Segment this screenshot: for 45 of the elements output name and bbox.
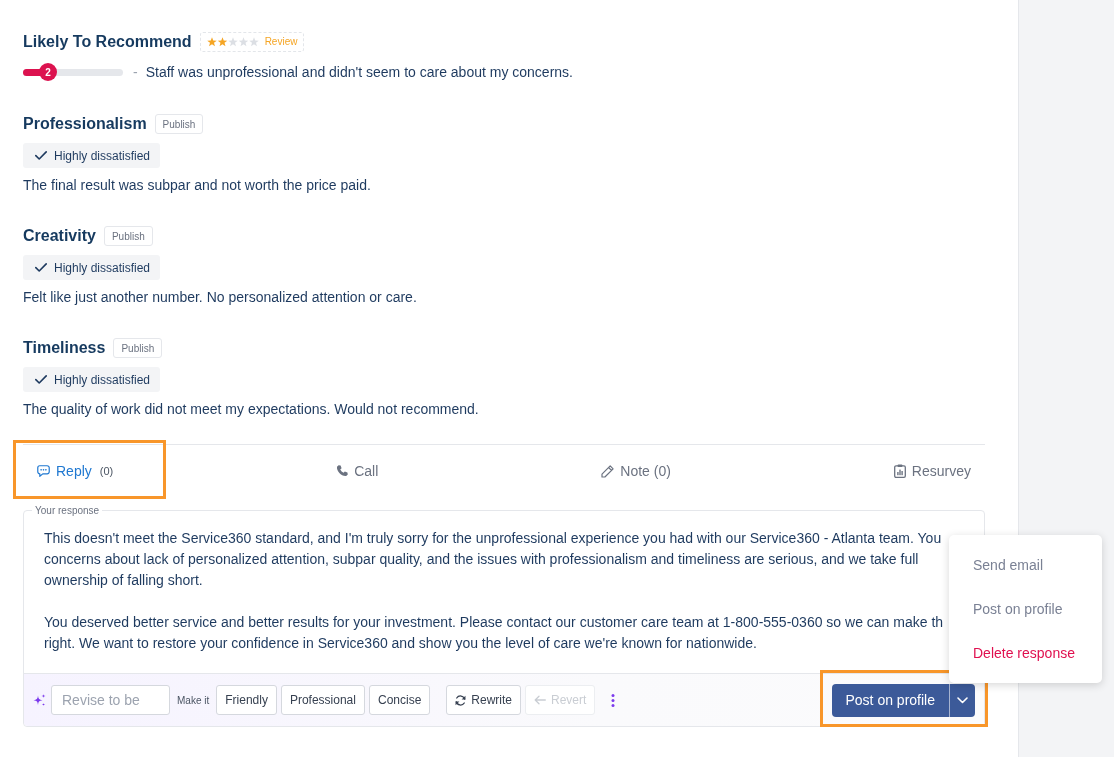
menu-item[interactable]: Delete response	[949, 630, 1102, 675]
comment-text: Staff was unprofessional and didn't seem to care about my concerns.	[145, 63, 573, 81]
comment-text: The final result was subpar and not worth the price paid.	[23, 176, 372, 194]
comment-text: The quality of work did not meet my expectations. Would not recommend.	[23, 400, 480, 418]
menu-item[interactable]: Send email	[949, 542, 1102, 587]
chevron-down-icon	[957, 696, 968, 704]
question-title: Timeliness	[23, 338, 106, 358]
check-icon	[35, 263, 47, 272]
menu-item[interactable]: Post on profile	[949, 586, 1102, 631]
sparkle-icon	[33, 693, 46, 707]
tab[interactable]: Reply (0)	[37, 462, 114, 480]
revise-input[interactable]: Revise to be	[51, 685, 170, 715]
pencil-icon	[601, 464, 615, 478]
response-field[interactable]: This doesn't meet the Service360 standard, and I'm truly sorry for the unprofessional experience you had with our Service360 - Atlanta team. You concerns about lack of personalized attention, subpar quality, and the issues with professionalism and timeliness are serious, and we take full ownership of falling short. You deserved better service and better results for your investment. Please contact our customer care team at 1-800-555-0360 so we can make th right. We want to restore your confidence in Service360 and show you the level of care we're known for nationwide.	[24, 516, 948, 673]
answer-text: Highly dissatisfied	[54, 148, 151, 163]
tone-button[interactable]: Friendly	[216, 685, 277, 715]
answer-text: Highly dissatisfied	[54, 260, 151, 275]
rewrite-button[interactable]: Rewrite	[446, 685, 521, 715]
tab[interactable]: Resurvey	[893, 462, 971, 480]
question-title: Professionalism	[23, 114, 147, 134]
check-icon	[35, 375, 47, 384]
tab[interactable]: Call	[336, 462, 379, 480]
question-title: Creativity	[23, 226, 96, 246]
post-button[interactable]: Post on profile	[831, 683, 949, 717]
check-icon	[35, 151, 47, 160]
dropdown-toggle[interactable]	[949, 683, 975, 717]
rating-thumb[interactable]: 2	[39, 63, 57, 81]
publish-button[interactable]: Publish	[113, 338, 163, 358]
arrow-left-icon	[534, 695, 546, 705]
question-title: Likely To Recommend	[23, 32, 192, 52]
publish-button[interactable]: Publish	[154, 114, 204, 134]
clipboard-icon	[893, 464, 906, 478]
more-icon[interactable]	[611, 693, 616, 707]
tone-button[interactable]: Concise	[368, 685, 431, 715]
response-label: Your response	[34, 505, 101, 516]
answer-text: Highly dissatisfied	[54, 372, 151, 387]
tone-button[interactable]: Professional	[280, 685, 365, 715]
refresh-icon	[455, 694, 467, 706]
chat-bubble-icon	[37, 465, 50, 477]
phone-icon	[336, 465, 349, 477]
publish-button[interactable]: Publish	[103, 226, 153, 246]
separator-text: -	[133, 64, 138, 80]
tab[interactable]: Note (0)	[601, 462, 671, 480]
make-it-label: Make it	[177, 694, 210, 706]
comment-text: Felt like just another number. No personalized attention or care.	[23, 288, 418, 306]
